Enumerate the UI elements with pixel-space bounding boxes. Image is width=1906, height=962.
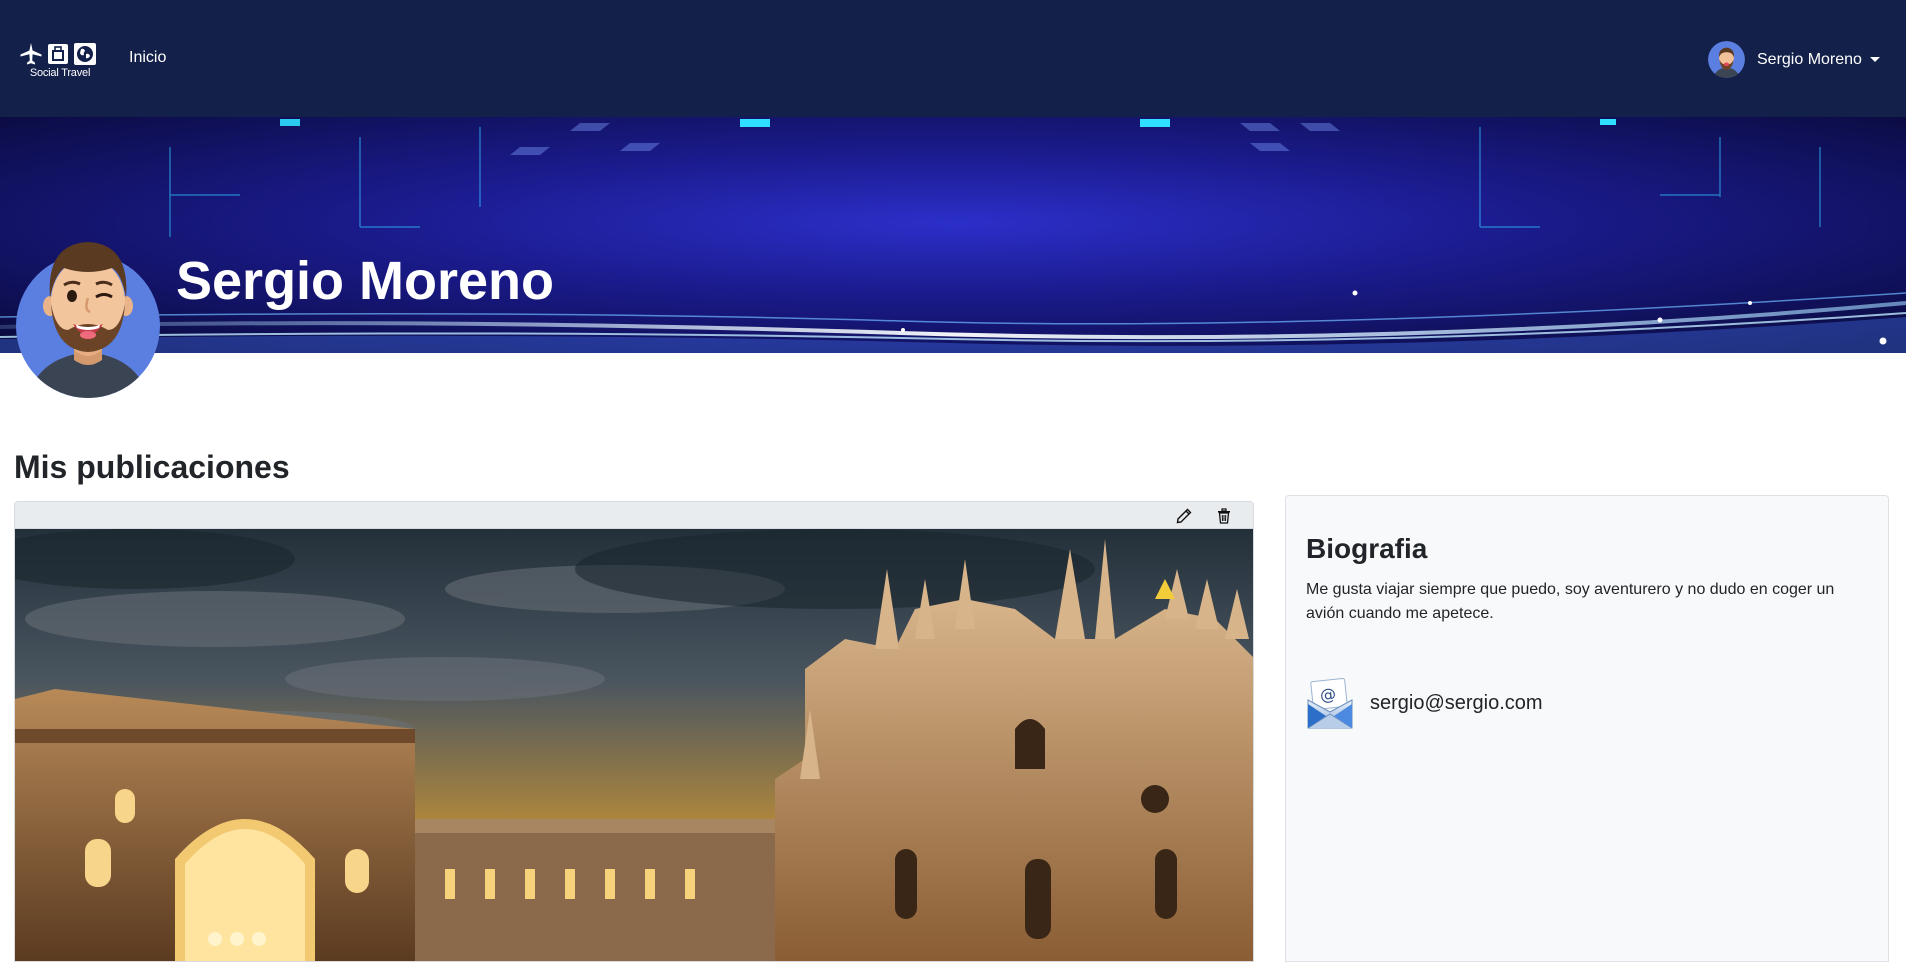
- nav-link-home[interactable]: Inicio: [129, 49, 166, 67]
- email-address[interactable]: sergio@sergio.com: [1370, 692, 1543, 715]
- trash-icon[interactable]: [1215, 507, 1233, 525]
- section-title-posts: Mis publicaciones: [14, 449, 290, 485]
- brand-text: Social Travel: [29, 67, 91, 79]
- airplane-icon: [19, 42, 43, 66]
- post-toolbar: [15, 502, 1253, 529]
- edit-icon[interactable]: [1175, 507, 1193, 525]
- post-image[interactable]: [15, 529, 1253, 961]
- chevron-down-icon: [1869, 57, 1880, 62]
- user-dropdown[interactable]: Sergio Moreno: [1708, 41, 1880, 78]
- email-row: @ sergio@sergio.com: [1306, 676, 1543, 730]
- brand-logo[interactable]: Social Travel: [19, 42, 101, 79]
- envelope-icon: @: [1306, 676, 1354, 730]
- user-avatar: [1708, 41, 1745, 78]
- brand-icons: [19, 42, 101, 66]
- profile-avatar: [16, 238, 160, 398]
- bio-card: Biografia Me gusta viajar siempre que pu…: [1285, 495, 1889, 962]
- post-card: [14, 501, 1254, 962]
- profile-name: Sergio Moreno: [176, 251, 555, 311]
- top-navbar: Social Travel Inicio Sergio Moreno: [0, 0, 1906, 117]
- luggage-icon: [46, 42, 70, 66]
- profile-banner: [0, 117, 1906, 353]
- bio-title: Biografia: [1306, 533, 1428, 564]
- user-name: Sergio Moreno: [1757, 50, 1862, 68]
- bio-text: Me gusta viajar siempre que puedo, soy a…: [1306, 581, 1835, 622]
- svg-text:@: @: [1319, 684, 1337, 705]
- globe-icon: [73, 42, 97, 66]
